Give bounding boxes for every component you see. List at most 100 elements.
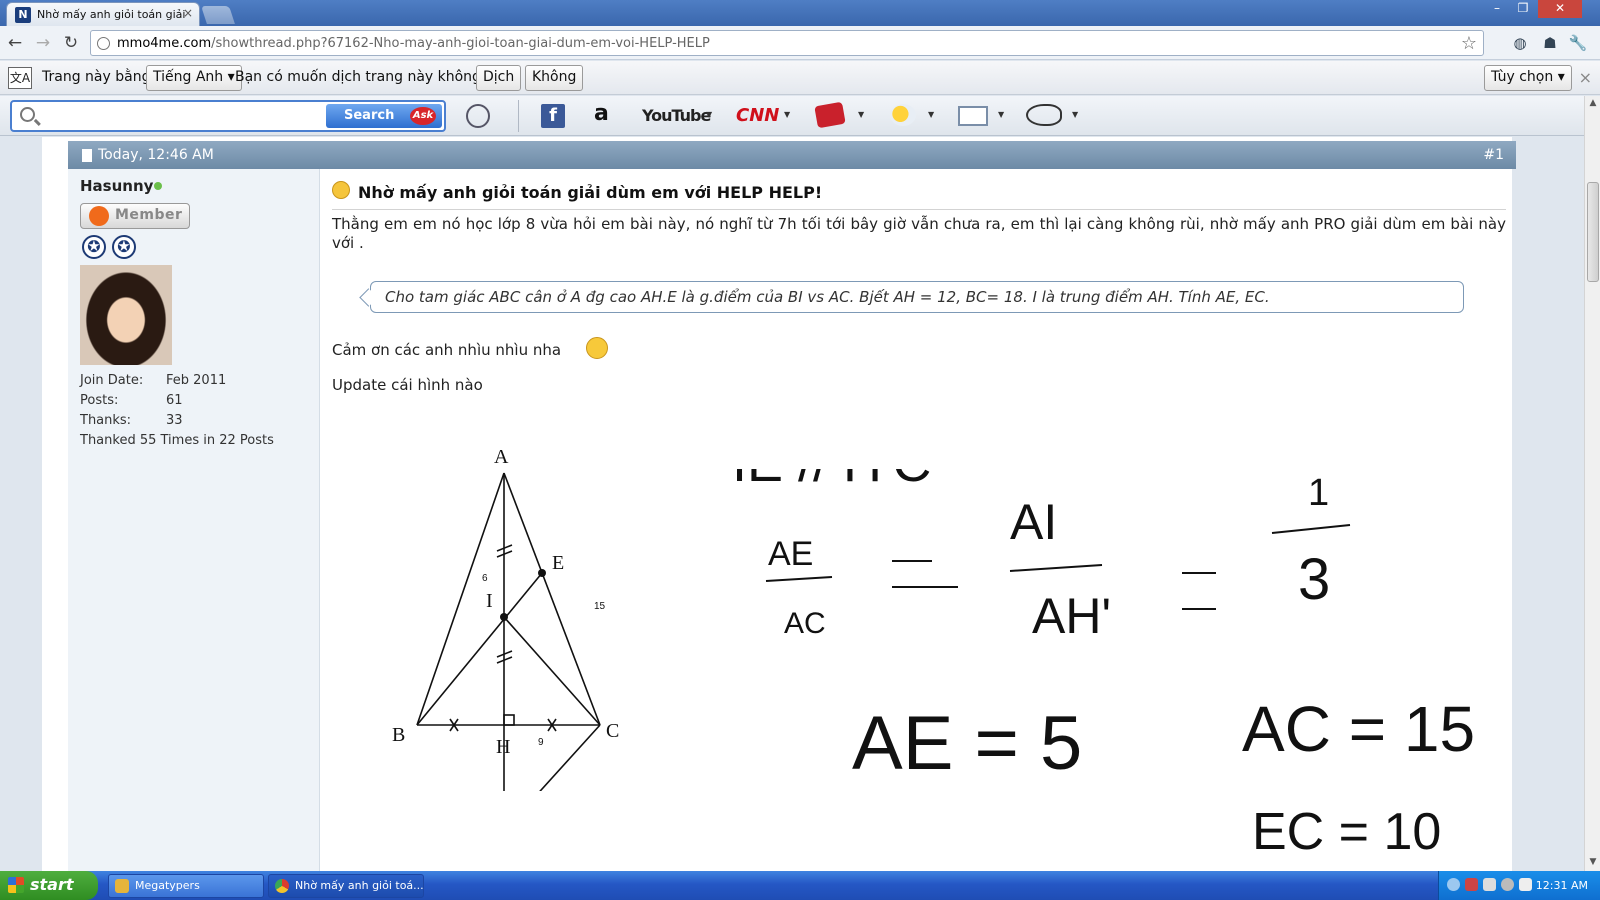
stat-row: Join Date: Feb 2011 [80,371,274,391]
ask-search-button[interactable]: Search Ask [326,104,442,128]
post-date: Today, 12:46 AM [98,147,214,163]
label-fifteen: 15 [594,601,606,612]
volume-icon[interactable] [1501,878,1514,891]
user-info-panel: Hasunny Member ✪ ✪ Join Date: Feb 2011 Po… [68,169,320,871]
back-button[interactable]: ← [4,32,26,54]
username-link[interactable]: Hasunny [80,177,153,195]
browser-tab-active[interactable]: N Nhờ mấy anh giỏi toán giải dùm × [6,2,200,26]
close-window-button[interactable]: ✕ [1538,0,1582,18]
sound-dropdown-icon[interactable]: ▼ [1072,110,1078,119]
cnn-icon[interactable]: CNN [736,104,779,128]
vertical-scrollbar[interactable]: ▲ ▼ [1584,96,1600,871]
tab-close-icon[interactable]: × [183,6,193,20]
new-tab-button[interactable] [201,6,235,24]
restore-button[interactable]: ❐ [1510,0,1536,18]
bookmark-star-icon[interactable]: ☆ [1461,33,1477,54]
start-label: start [30,875,74,894]
ask-search-input[interactable]: Search Ask [10,100,446,132]
translate-icon: 文A [8,67,32,89]
quote-text: Cho tam giác ABC cân ở A đg cao AH.E là … [385,288,1270,306]
hw-ae-result: AE = 5 [852,701,1082,786]
scroll-up-arrow[interactable]: ▲ [1587,98,1599,110]
ask-search-label: Search [344,108,395,123]
stat-label: Join Date: [80,373,144,388]
update-text: Update cái hình nào [332,376,483,394]
post-content: Nhờ mấy anh giỏi toán giải dùm em với HE… [332,169,1512,871]
taskbar-item-megatypers[interactable]: Megatypers [108,874,264,898]
tray-app-icon[interactable] [1465,878,1478,891]
start-button[interactable]: start [0,871,98,900]
handwritten-solution: IE // H'C AE AC AI AH' 1 3 AE = 5 AC = 1… [732,469,1475,861]
stat-row: Posts: 61 [80,391,274,411]
scroll-down-arrow[interactable]: ▼ [1587,857,1599,869]
sound-icon[interactable] [1026,104,1062,126]
chrome-icon [275,879,289,893]
games-dropdown-icon[interactable]: ▼ [858,110,864,119]
extension-icon[interactable]: ☗ [1540,33,1560,53]
hw-ec-result: EC = 10 [1252,803,1441,861]
mail-dropdown-icon[interactable]: ▼ [998,110,1004,119]
taskbar-clock: 12:31 AM [1535,879,1588,892]
youtube-dropdown-icon[interactable]: ▼ [706,110,712,119]
label-b: B [392,724,405,746]
tab-title: Nhờ mấy anh giỏi toán giải dùm [37,8,185,21]
weather-icon[interactable] [890,104,916,126]
post-title: Nhờ mấy anh giỏi toán giải dùm em với HE… [358,183,823,202]
wrench-menu-icon[interactable]: 🔧 [1568,33,1588,53]
language-select[interactable]: Tiếng Anh ▾ [146,65,242,91]
reload-button[interactable]: ↻ [60,32,82,54]
games-icon[interactable] [814,101,846,129]
url-text: mmo4me.com/showthread.php?67162-Nho-may-… [117,36,710,51]
post-number-link[interactable]: #1 [1483,147,1504,163]
weather-dropdown-icon[interactable]: ▼ [928,110,934,119]
ask-extension-icon[interactable]: ◍ [1510,33,1530,53]
post-body-text: Thằng em em nó học lớp 8 vừa hỏi em bài … [332,215,1506,252]
url-host: mmo4me.com [117,36,212,51]
triangle-figure: A B C H I E 6 15 9 [332,411,712,791]
quote-box: Cho tam giác ABC cân ở A đg cao AH.E là … [370,281,1464,313]
translate-question: Bạn có muốn dịch trang này không? [235,69,489,85]
globe-icon[interactable] [466,104,490,128]
close-infobar-icon[interactable]: × [1579,68,1592,87]
hw-ae-num: AE [768,535,813,573]
translate-button[interactable]: Dịch [476,65,522,91]
avatar[interactable] [80,265,172,365]
scrollbar-thumb[interactable] [1587,182,1599,282]
youtube-icon[interactable]: YouTube [642,104,711,128]
label-c: C [606,720,619,742]
hw-ac-result: AC = 15 [1242,693,1475,765]
minimize-button[interactable]: – [1484,0,1510,18]
forward-button[interactable]: → [32,32,54,54]
taskbar-item-label: Nhờ mấy anh giỏi toá... [295,879,424,892]
system-tray: 12:31 AM [1438,871,1600,900]
stat-row: Thanks: 33 [80,411,274,431]
network-icon[interactable] [1483,878,1496,891]
security-icon[interactable] [1519,878,1532,891]
page-info-icon[interactable] [97,37,110,50]
dont-translate-button[interactable]: Không [525,65,584,91]
thanks-text: Cảm ơn các anh nhìu nhìu nha [332,341,562,359]
point-i [500,613,508,621]
post-smiley-icon [332,181,350,199]
stat-value: 33 [166,413,183,428]
mail-icon[interactable] [958,106,988,126]
post-document-icon [82,149,92,162]
hw-ai-num: AI [1010,494,1057,550]
amazon-icon[interactable]: a [594,103,609,128]
tray-expand-icon[interactable] [1447,878,1460,891]
star-icon: ✪ [82,235,106,259]
translate-options-button[interactable]: Tùy chọn ▾ [1484,65,1572,91]
taskbar-item-chrome[interactable]: Nhờ mấy anh giỏi toá... [268,874,424,898]
window-titlebar: N Nhờ mấy anh giỏi toán giải dùm × – ❐ ✕ [0,0,1600,26]
title-divider [332,209,1506,210]
cnn-dropdown-icon[interactable]: ▼ [784,110,790,119]
megatypers-icon [115,879,129,893]
address-bar[interactable]: mmo4me.com/showthread.php?67162-Nho-may-… [90,30,1484,56]
hw-one: 1 [1308,472,1329,514]
translate-infobar: 文A Trang này bằng Tiếng Anh ▾ Bạn có muố… [0,61,1600,95]
facebook-icon[interactable]: f [541,104,565,128]
toolbar-separator [518,100,519,132]
translate-options-label: Tùy chọn [1491,69,1554,85]
label-a: A [494,446,509,468]
translate-prefix: Trang này bằng [42,69,151,85]
